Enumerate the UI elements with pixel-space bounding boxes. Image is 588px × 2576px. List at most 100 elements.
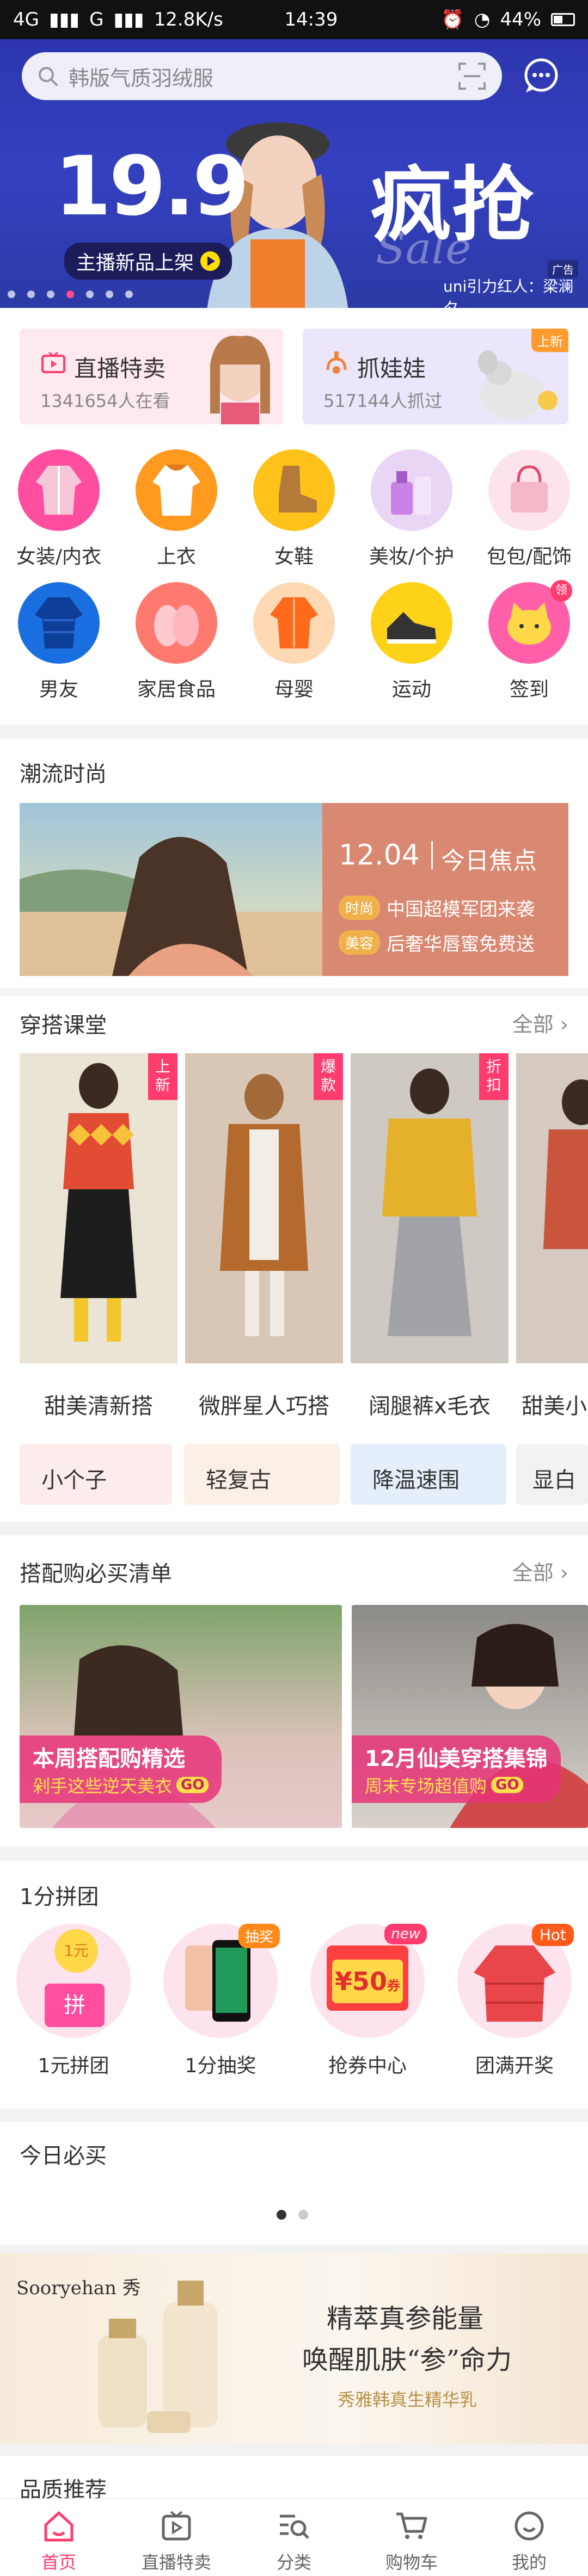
cart-icon: [396, 2512, 427, 2539]
category-women[interactable]: 女装/内衣: [0, 449, 118, 569]
signal-icon: ▮▮▮: [113, 9, 144, 30]
style-chip[interactable]: 显白: [516, 1444, 588, 1505]
must-buy-more-link[interactable]: 全部 ›: [512, 1556, 568, 1586]
live-sale-title: 直播特卖: [74, 355, 166, 382]
live-sale-card[interactable]: 直播特卖 1341654人在看: [20, 329, 283, 424]
category-tops[interactable]: 上衣: [118, 449, 235, 569]
style-chip[interactable]: 小个子: [20, 1444, 172, 1505]
category-search-icon: [280, 2515, 309, 2539]
category-shoes[interactable]: 女鞋: [235, 449, 353, 569]
pin-stamp: 拼: [45, 1984, 105, 2027]
must-buy-card-title: 本周搭配购精选: [33, 1746, 185, 1771]
carousel-dot: [125, 291, 133, 298]
category-baby[interactable]: 母婴: [235, 582, 353, 702]
pager-dot-active: [277, 2210, 286, 2220]
ad-banner[interactable]: Sooryehan 秀 精萃真参能量 唤醒肌肤“参”命力 秀雅韩真生精华乳: [0, 2253, 588, 2444]
hero-banner[interactable]: 4G ▮▮▮ G ▮▮▮ 12.8K/s 14:39 ⏰ ◔ 44% 韩版气质羽…: [0, 0, 588, 308]
hero-tag[interactable]: 主播新品上架: [64, 243, 232, 280]
category-sports[interactable]: 运动: [353, 582, 470, 702]
group-item[interactable]: ¥50券 new 抢券中心: [294, 1924, 441, 2078]
must-buy-overlay: 本周搭配购精选 剁手这些逆天美衣 GO: [20, 1735, 222, 1803]
speed-label: 12.8K/s: [154, 9, 223, 30]
trend-item[interactable]: 美容 后奢华唇蜜免费送: [339, 929, 535, 956]
live-host-image: [210, 336, 270, 424]
trend-image[interactable]: [20, 803, 322, 976]
carousel-dot: [86, 291, 94, 298]
tab-cart[interactable]: 购物车: [353, 2499, 470, 2576]
category-beauty[interactable]: 美妆/个护: [353, 449, 470, 569]
search-icon: [39, 67, 58, 86]
outfit-card[interactable]: 折扣 阔腿裤x毛衣: [351, 1053, 509, 1420]
group-item[interactable]: Hot 团满开奖: [441, 1924, 588, 2078]
must-buy-overlay: 12月仙美穿搭集锦 周末专场超值购 GO: [352, 1735, 561, 1803]
tab-label: 直播特卖: [141, 2552, 211, 2573]
carousel-dots: [8, 291, 133, 298]
tab-home[interactable]: 首页: [0, 2499, 118, 2576]
outfit-caption: 微胖星人巧搭: [199, 1394, 329, 1419]
style-chip[interactable]: 轻复古: [184, 1444, 340, 1505]
home-page: 4G ▮▮▮ G ▮▮▮ 12.8K/s 14:39 ⏰ ◔ 44% 韩版气质羽…: [0, 0, 588, 2576]
trend-tag: 时尚: [339, 895, 381, 920]
group-label: 抢券中心: [328, 2055, 407, 2077]
outfit-card[interactable]: 上新 甜美清新搭: [20, 1053, 177, 1420]
wifi-icon: ◔: [474, 9, 491, 30]
category-bags[interactable]: 包包/配饰: [470, 449, 588, 569]
sneaker-icon: [371, 582, 452, 664]
tab-mine[interactable]: 我的: [470, 2499, 588, 2576]
category-label: 家居食品: [137, 678, 216, 701]
category-men[interactable]: 男友: [0, 582, 118, 702]
carousel-dot: [106, 291, 113, 298]
outfit-caption: 甜美清新搭: [44, 1394, 153, 1419]
ad-line2: 唤醒肌肤“参”命力: [302, 2345, 512, 2375]
jacket-icon: [136, 449, 217, 531]
tab-category[interactable]: 分类: [235, 2499, 353, 2576]
lottery-badge: 抽奖: [238, 1924, 280, 1948]
ad-line1: 精萃真参能量: [327, 2303, 484, 2334]
trend-text: 中国超模军团来袭: [387, 899, 535, 921]
message-icon[interactable]: [522, 57, 561, 96]
claw-machine-card[interactable]: 抓娃娃 517144人抓过 上新: [303, 329, 568, 424]
tv-icon: [41, 351, 65, 373]
clock: 14:39: [284, 9, 338, 30]
category-label: 包包/配饰: [486, 546, 572, 568]
must-buy-card-sub: 剁手这些逆天美衣: [33, 1776, 173, 1796]
go-button[interactable]: GO: [491, 1777, 524, 1793]
outfit-caption: 甜美小: [522, 1394, 587, 1419]
outfit-card[interactable]: 甜美小: [516, 1053, 588, 1420]
hero-price: 19.9: [54, 139, 249, 234]
home-icon: [44, 2511, 74, 2542]
group-item[interactable]: 1元 拼 1元拼团: [0, 1924, 147, 2078]
outfit-image: 上新: [20, 1053, 177, 1363]
category-home-food[interactable]: 家居食品: [118, 582, 235, 702]
carousel-dot: [47, 291, 54, 298]
claw-title: 抓娃娃: [357, 355, 426, 382]
category-label: 运动: [391, 678, 431, 701]
scan-icon[interactable]: [457, 61, 487, 91]
chip-label: 轻复古: [206, 1468, 271, 1493]
chevron-right-icon: ›: [560, 1561, 568, 1585]
new-badge: new: [384, 1924, 427, 1944]
must-buy-card[interactable]: 12月仙美穿搭集锦 周末专场超值购 GO: [352, 1605, 588, 1828]
category-label: 女鞋: [274, 546, 314, 568]
outfit-card[interactable]: 爆款 微胖星人巧搭: [185, 1053, 343, 1420]
must-buy-card[interactable]: 本周搭配购精选 剁手这些逆天美衣 GO: [20, 1605, 342, 1828]
category-label: 签到: [509, 678, 549, 701]
category-label: 美妆/个护: [369, 546, 455, 568]
outfit-more-link[interactable]: 全部 ›: [512, 1008, 568, 1037]
chip-label: 显白: [532, 1468, 576, 1493]
must-buy-card-sub: 周末专场超值购: [365, 1776, 487, 1796]
category-label: 上衣: [156, 546, 196, 568]
more-label: 全部: [512, 1561, 554, 1585]
category-signin[interactable]: 领 签到: [470, 580, 588, 702]
trend-item[interactable]: 时尚 中国超模军团来袭: [339, 894, 535, 921]
hero-tag-label: 主播新品上架: [76, 252, 194, 274]
outfit-image: 爆款: [185, 1053, 343, 1363]
group-buy-title: 1分拼团: [20, 1885, 99, 1910]
trend-card[interactable]: 12.04 今日焦点 时尚 中国超模军团来袭 美容 后奢华唇蜜免费送: [322, 803, 568, 976]
go-button[interactable]: GO: [176, 1777, 209, 1793]
group-item[interactable]: 抽奖 1分抽奖: [147, 1924, 294, 2078]
cat-face-icon: 领: [488, 580, 572, 664]
style-chip[interactable]: 降温速围: [351, 1444, 506, 1505]
tab-live[interactable]: 直播特卖: [118, 2499, 235, 2576]
phone-icon: 抽奖: [163, 1924, 280, 2038]
